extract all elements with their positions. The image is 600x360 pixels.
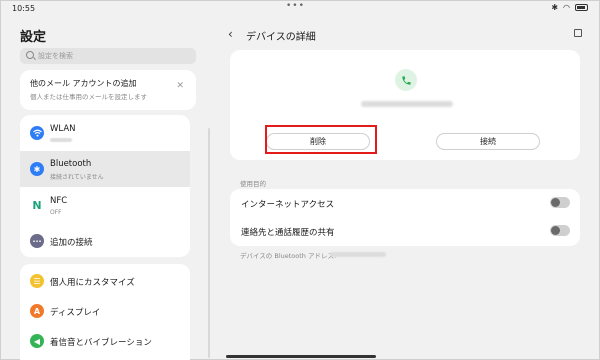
sidebar-item-sub: 接続されていません — [50, 174, 104, 181]
sidebar-item-display[interactable]: A ディスプレイ — [20, 296, 190, 326]
settings-sidebar: 設定 設定を検索 他のメール アカウントの追加 個人または仕事用のメールを設定し… — [0, 18, 216, 360]
bluetooth-status-icon: ✱ — [551, 3, 559, 12]
sidebar-item-sub: OFF — [50, 209, 62, 216]
display-icon: A — [30, 304, 44, 318]
sidebar-item-more-connections[interactable]: ··· 追加の接続 — [20, 223, 190, 257]
sidebar-item-label: 着信音とバイブレーション — [50, 338, 152, 348]
more-icon: ··· — [30, 234, 44, 248]
add-mail-subtitle: 個人または仕事用のメールを設定します — [30, 93, 147, 101]
sidebar-item-sound[interactable]: ◀ 着信音とバイブレーション — [20, 326, 190, 356]
nfc-icon: N — [32, 198, 42, 212]
internet-access-toggle[interactable] — [550, 197, 570, 208]
option-label: インターネットアクセス — [241, 200, 335, 210]
add-mail-title: 他のメール アカウントの追加 — [30, 79, 137, 88]
back-arrow-icon[interactable]: ‹ — [228, 27, 233, 41]
sidebar-item-nfc[interactable]: N NFC OFF — [20, 187, 190, 223]
network-settings-card: WLAN ✱ Bluetooth 接続されていません N NFC OFF ···… — [20, 115, 190, 257]
search-input[interactable]: 設定を検索 — [20, 48, 196, 64]
option-internet-access[interactable]: インターネットアクセス — [230, 189, 580, 217]
multitask-dots[interactable]: ••• — [286, 1, 305, 11]
sidebar-item-label: 個人用にカスタマイズ — [50, 278, 135, 288]
device-name-blurred — [361, 101, 453, 107]
share-contacts-toggle[interactable] — [550, 225, 570, 236]
connect-button[interactable]: 接続 — [436, 133, 540, 150]
status-time: 10:55 — [12, 4, 36, 13]
usage-options-card: インターネットアクセス 連絡先と通話履歴の共有 — [230, 189, 580, 246]
search-icon — [26, 51, 34, 59]
status-bar: 10:55 ••• ✱ ◠ — [0, 0, 600, 18]
search-placeholder: 設定を検索 — [38, 52, 73, 60]
option-share-contacts[interactable]: 連絡先と通話履歴の共有 — [230, 217, 580, 245]
sound-icon: ◀ — [30, 334, 44, 348]
sidebar-scrollbar[interactable] — [208, 128, 210, 358]
add-mail-account-card[interactable]: 他のメール アカウントの追加 個人または仕事用のメールを設定します ✕ — [20, 70, 196, 110]
personalization-card: ☰ 個人用にカスタマイズ A ディスプレイ ◀ 着信音とバイブレーション — [20, 264, 190, 360]
sidebar-item-label: ディスプレイ — [50, 308, 101, 318]
device-detail-panel: ‹ デバイスの詳細 削除 接続 使用目的 インターネットアクセス 連絡先と通話履… — [216, 18, 600, 360]
sidebar-item-customize[interactable]: ☰ 個人用にカスタマイズ — [20, 266, 190, 296]
edit-icon[interactable] — [574, 29, 582, 37]
settings-title: 設定 — [20, 30, 47, 45]
wifi-status-icon: ◠ — [563, 3, 570, 12]
delete-highlight-box — [265, 125, 377, 154]
status-icons: ✱ ◠ — [551, 3, 588, 12]
wifi-icon — [30, 126, 44, 140]
sidebar-item-label: NFC — [50, 196, 68, 206]
sidebar-item-label: 追加の接続 — [50, 238, 93, 248]
sidebar-item-bluetooth[interactable]: ✱ Bluetooth 接続されていません — [20, 151, 190, 187]
sidebar-item-wlan[interactable]: WLAN — [20, 115, 190, 151]
customize-icon: ☰ — [30, 274, 44, 288]
phone-icon — [395, 69, 417, 91]
home-indicator[interactable] — [226, 355, 376, 358]
page-title: デバイスの詳細 — [246, 32, 316, 43]
sidebar-item-label: WLAN — [50, 124, 76, 134]
wlan-network-blurred — [50, 138, 72, 142]
battery-icon — [575, 4, 588, 11]
bluetooth-address-label: デバイスの Bluetooth アドレス: — [240, 252, 337, 260]
option-label: 連絡先と通話履歴の共有 — [241, 228, 335, 238]
section-label: 使用目的 — [240, 180, 266, 188]
bluetooth-address-blurred — [330, 252, 386, 257]
close-icon[interactable]: ✕ — [176, 81, 184, 91]
sidebar-item-label: Bluetooth — [50, 159, 92, 169]
bluetooth-icon: ✱ — [30, 162, 44, 176]
